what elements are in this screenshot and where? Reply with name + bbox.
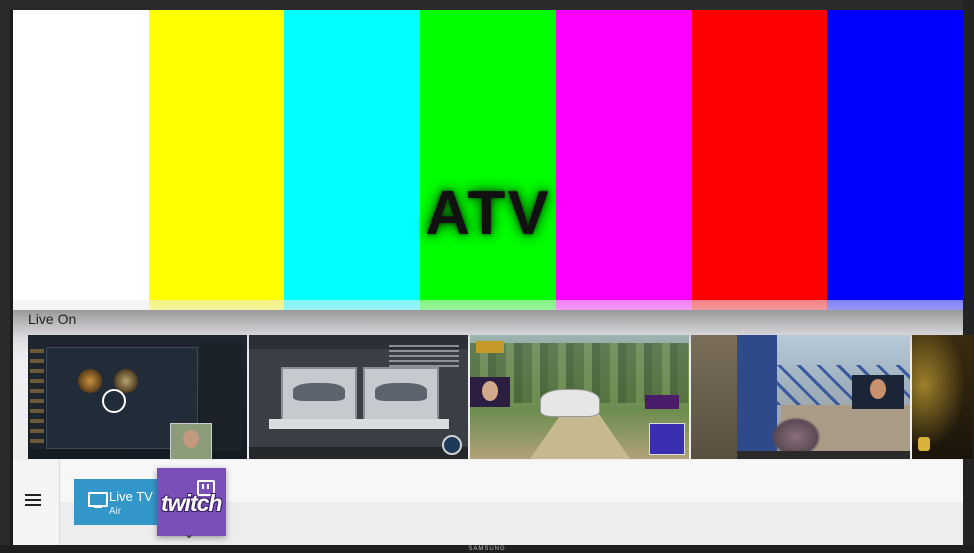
streamer-face xyxy=(482,381,498,401)
tv-bezel-left xyxy=(0,0,10,553)
thumb-ui-sidebar xyxy=(30,349,44,449)
live-on-row xyxy=(28,335,973,459)
color-bar-magenta xyxy=(555,10,692,310)
color-bar-red xyxy=(691,10,828,310)
live-on-thumbnail-2[interactable] xyxy=(249,335,468,459)
vehicle-card xyxy=(363,367,439,423)
vehicle-card xyxy=(281,367,357,423)
streamer-webcam xyxy=(852,375,904,409)
live-on-heading: Live On xyxy=(28,311,77,327)
game-hud xyxy=(737,451,910,459)
channel-logo-text: ATV xyxy=(425,179,551,248)
color-bar-blue xyxy=(827,10,963,310)
rank-emblem-icon xyxy=(78,369,102,393)
car-icon xyxy=(293,383,345,401)
car-icon xyxy=(375,383,427,401)
hamburger-icon[interactable] xyxy=(25,494,41,506)
minimap-icon xyxy=(649,423,685,455)
chevron-down-icon[interactable]: ⌄ xyxy=(184,527,194,541)
color-bar-cyan xyxy=(284,10,421,310)
car-icon xyxy=(540,389,600,417)
twitch-logo: twitch xyxy=(161,490,222,516)
live-on-thumbnail-1[interactable] xyxy=(28,335,247,459)
tv-brand-label: SAMSUNG xyxy=(468,546,506,552)
color-bar-green xyxy=(420,10,556,310)
tv-icon xyxy=(88,492,108,508)
live-on-thumbnail-4[interactable] xyxy=(691,335,910,459)
live-tv-title: Live TV xyxy=(109,489,153,504)
live-on-thumbnail-3[interactable] xyxy=(470,335,689,459)
color-bar-yellow xyxy=(148,10,285,310)
channel-logo-icon xyxy=(476,341,504,353)
live-on-thumbnail-5[interactable] xyxy=(912,335,973,459)
thumb-ui-text-block xyxy=(389,345,459,369)
color-bar-white xyxy=(13,10,149,310)
color-bars xyxy=(13,10,963,310)
live-tv-subtitle: Air xyxy=(109,506,122,517)
menu-panel xyxy=(13,460,60,545)
tv-bezel-top xyxy=(0,0,974,10)
thumb-ui-bottombar xyxy=(249,447,468,459)
rock-scene xyxy=(691,335,737,459)
live-tv-tile[interactable]: Live TV Air xyxy=(74,479,158,525)
twitch-app-tile[interactable]: twitch xyxy=(157,468,226,536)
streamer-webcam xyxy=(170,423,212,459)
streamer-face xyxy=(183,430,199,448)
loading-ring-icon xyxy=(102,389,126,413)
streamer-face xyxy=(870,379,886,399)
thumb-ui-floor xyxy=(269,419,449,429)
streamer-webcam xyxy=(470,377,510,407)
stream-badge xyxy=(645,395,679,409)
shield-icon xyxy=(918,437,930,451)
tv-bezel-right xyxy=(963,0,974,553)
globe-icon xyxy=(442,435,462,455)
